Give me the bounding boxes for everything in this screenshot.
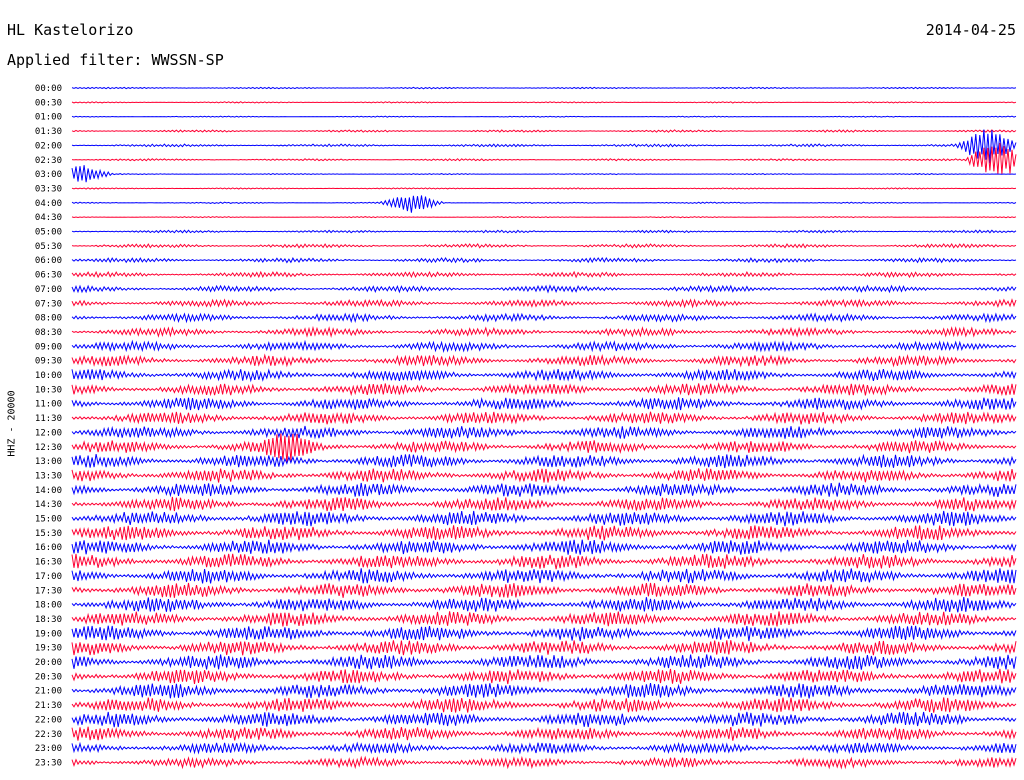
trace-row — [71, 525, 1017, 541]
trace-row — [71, 482, 1017, 498]
trace-row — [71, 411, 1017, 425]
trace-row — [71, 270, 1017, 279]
row-time-label: 22:30 — [35, 730, 62, 740]
trace-row — [71, 216, 1017, 219]
trace-row — [71, 668, 1017, 685]
row-time-label: 01:30 — [35, 127, 62, 137]
trace-row — [71, 683, 1017, 699]
trace-row — [71, 284, 1017, 294]
trace-row — [71, 553, 1017, 570]
trace-row — [71, 86, 1017, 90]
trace-row — [71, 625, 1017, 642]
row-time-label: 10:30 — [35, 385, 62, 395]
row-time-label: 15:00 — [35, 515, 62, 525]
row-time-label: 16:30 — [35, 558, 62, 568]
row-time-label: 17:30 — [35, 586, 62, 596]
trace-row — [71, 726, 1017, 741]
helicorder-plot: 00:00 00:30 01:00 01:30 02:00 02:30 03:00 03:30… — [35, 84, 1017, 770]
row-time-label: 09:00 — [35, 342, 62, 352]
row-time-label: 11:30 — [35, 414, 62, 424]
trace-row — [71, 195, 1017, 213]
trace-row — [71, 611, 1017, 627]
trace-row — [71, 425, 1017, 440]
trace-row — [71, 597, 1017, 613]
row-time-label: 14:00 — [35, 486, 62, 496]
row-time-label: 07:30 — [35, 299, 62, 309]
trace-row — [71, 101, 1017, 104]
row-time-label: 03:00 — [35, 170, 62, 180]
trace-row — [71, 325, 1017, 338]
row-time-label: 09:30 — [35, 357, 62, 367]
row-time-label: 16:00 — [35, 543, 62, 553]
row-time-label: 21:30 — [35, 701, 62, 711]
trace-row — [71, 229, 1017, 234]
row-time-label: 01:00 — [35, 113, 62, 123]
row-time-label: 06:00 — [35, 256, 62, 266]
trace-row — [71, 129, 1017, 133]
row-time-label: 12:00 — [35, 428, 62, 438]
row-time-label: 23:30 — [35, 758, 62, 768]
row-time-label: 18:00 — [35, 601, 62, 611]
row-time-label: 07:00 — [35, 285, 62, 295]
trace-row — [71, 711, 1017, 728]
row-time-label: 02:30 — [35, 156, 62, 166]
trace-row — [71, 339, 1017, 353]
trace-row — [71, 298, 1017, 309]
row-time-label: 20:30 — [35, 672, 62, 682]
row-time-label: 15:30 — [35, 529, 62, 539]
trace-row — [71, 129, 1017, 164]
trace-row — [71, 115, 1017, 118]
row-time-label: 20:00 — [35, 658, 62, 668]
row-time-label: 03:30 — [35, 184, 62, 194]
trace-row — [71, 539, 1017, 555]
row-time-label: 13:30 — [35, 471, 62, 481]
row-time-label: 22:00 — [35, 715, 62, 725]
row-time-label: 08:00 — [35, 314, 62, 324]
row-time-label: 11:00 — [35, 400, 62, 410]
row-time-label: 02:00 — [35, 141, 62, 151]
trace-row — [71, 496, 1017, 512]
row-time-label: 04:00 — [35, 199, 62, 209]
row-time-label: 00:30 — [35, 98, 62, 108]
trace-row — [71, 165, 1017, 183]
trace-row — [71, 368, 1017, 383]
row-time-label: 05:00 — [35, 228, 62, 238]
trace-row — [71, 697, 1017, 713]
trace-row — [71, 397, 1017, 411]
row-time-label: 05:30 — [35, 242, 62, 252]
trace-row — [71, 256, 1017, 264]
row-time-label: 00:00 — [35, 84, 62, 94]
trace-row — [71, 568, 1017, 584]
row-time-label: 04:30 — [35, 213, 62, 223]
row-time-label: 18:30 — [35, 615, 62, 625]
row-time-label: 23:00 — [35, 744, 62, 754]
trace-row — [71, 654, 1017, 670]
row-time-label: 06:30 — [35, 271, 62, 281]
trace-row — [71, 582, 1017, 598]
row-time-label: 17:00 — [35, 572, 62, 582]
trace-row — [71, 741, 1017, 755]
row-time-label: 21:00 — [35, 687, 62, 697]
row-time-label: 19:00 — [35, 629, 62, 639]
trace-row — [71, 142, 1017, 175]
trace-row — [71, 242, 1017, 249]
trace-row — [71, 510, 1017, 527]
row-time-label: 10:00 — [35, 371, 62, 381]
trace-row — [71, 187, 1017, 190]
row-time-label: 08:30 — [35, 328, 62, 338]
trace-row — [71, 640, 1017, 656]
row-time-label: 19:30 — [35, 644, 62, 654]
trace-row — [71, 453, 1017, 469]
row-time-label: 14:30 — [35, 500, 62, 510]
row-time-label: 12:30 — [35, 443, 62, 453]
trace-row — [71, 468, 1017, 483]
trace-row — [71, 312, 1017, 324]
trace-row — [71, 353, 1017, 368]
trace-row — [71, 755, 1017, 770]
trace-row — [71, 382, 1017, 397]
row-time-label: 13:00 — [35, 457, 62, 467]
